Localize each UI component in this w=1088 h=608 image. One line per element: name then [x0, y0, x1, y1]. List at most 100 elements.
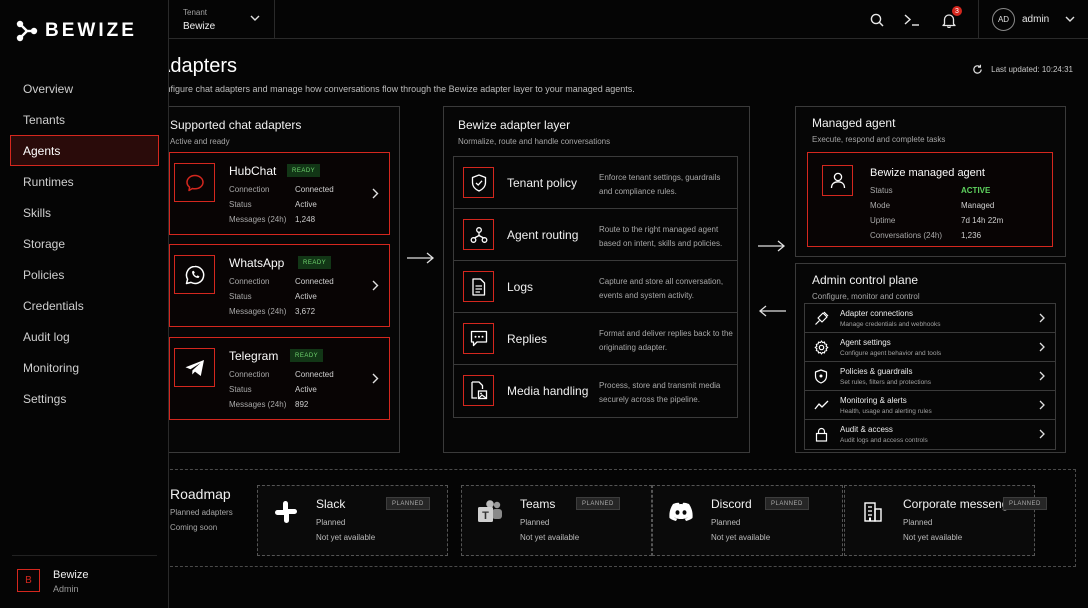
layer-description: Capture and store all conversation, even…: [599, 277, 724, 300]
layer-description: Enforce tenant settings, guardrails and …: [599, 173, 721, 196]
page-title: Adapters: [157, 55, 238, 77]
layer-item-agent-routing[interactable]: Agent routing Route to the right managed…: [454, 209, 737, 261]
connection-value: Connected: [295, 277, 334, 286]
sidebar-item-storage[interactable]: Storage: [10, 228, 159, 259]
plug-icon: [813, 310, 829, 326]
planned-adapter-discord[interactable]: Discord PLANNED Planned Not yet availabl…: [652, 485, 843, 556]
sidebar-item-agents[interactable]: Agents: [10, 135, 159, 166]
planned-adapter-corporate-messenger[interactable]: Corporate messenger PLANNED Planned Not …: [844, 485, 1047, 556]
sidebar-item-credentials[interactable]: Credentials: [10, 290, 159, 321]
control-item-audit-access[interactable]: Audit & access Audit logs and access con…: [805, 420, 1055, 449]
uptime-label: Uptime: [870, 216, 896, 225]
roadmap-subtitle: Planned adapters: [170, 508, 233, 517]
control-description: Manage credentials and webhooks: [840, 321, 941, 328]
notifications-button[interactable]: 3: [940, 6, 962, 29]
control-item-monitoring-alerts[interactable]: Monitoring & alerts Health, usage and al…: [805, 391, 1055, 420]
shield-check-icon: [471, 173, 486, 192]
connection-label: Connection: [229, 185, 270, 194]
adapter-card-hubchat[interactable]: HubChat READY Connection Connected Statu…: [169, 152, 390, 235]
adapter-name: Telegram: [229, 349, 279, 363]
adapter-name: HubChat: [229, 164, 277, 178]
layer-item-logs[interactable]: Logs Capture and store all conversation,…: [454, 261, 737, 313]
chevron-right-icon: [1039, 342, 1045, 352]
chevron-right-icon: [1039, 371, 1045, 381]
panel-title: Supported chat adapters: [170, 118, 302, 132]
search-button[interactable]: [868, 11, 886, 29]
layer-icon-box: [463, 167, 494, 198]
user-name: Bewize: [53, 569, 89, 581]
tenant-select[interactable]: Tenant Bewize: [169, 0, 275, 39]
messages-label: Messages (24h): [229, 400, 287, 409]
chevron-down-icon: [1065, 16, 1075, 22]
messages-value: 892: [295, 400, 309, 409]
control-title: Adapter connections: [840, 309, 913, 318]
slack-icon: [271, 497, 301, 527]
layer-name: Logs: [507, 280, 534, 294]
notification-count-badge: 3: [952, 6, 962, 16]
layer-item-tenant-policy[interactable]: Tenant policy Enforce tenant settings, g…: [454, 157, 737, 209]
adapter-icon-box: [174, 255, 215, 294]
sidebar: BEWIZE Overview Tenants Agents Runtimes …: [0, 0, 169, 608]
planned-adapter-slack[interactable]: Slack PLANNED Planned Not yet available: [257, 485, 448, 556]
status-badge: READY: [298, 256, 332, 269]
sidebar-item-overview[interactable]: Overview: [10, 73, 159, 104]
layer-name: Agent routing: [507, 228, 579, 242]
adapter-card-telegram[interactable]: Telegram READY Connection Connected Stat…: [169, 337, 390, 420]
control-item-policies-guardrails[interactable]: Policies & guardrails Set rules, filters…: [805, 362, 1055, 391]
panel-subtitle: Active and ready: [170, 137, 230, 146]
adapter-card-whatsapp[interactable]: WhatsApp READY Connection Connected Stat…: [169, 244, 390, 327]
roadmap-note: Coming soon: [170, 523, 218, 532]
status-value: Active: [295, 292, 317, 301]
supported-adapters-panel: Supported chat adapters Active and ready…: [155, 106, 400, 453]
control-title: Monitoring & alerts: [840, 396, 907, 405]
adapter-name: Corporate messenger: [903, 497, 1020, 511]
sidebar-user[interactable]: B Bewize Admin: [12, 555, 157, 594]
conversations-label: Conversations (24h): [870, 231, 943, 240]
adapter-status: Planned: [316, 518, 346, 527]
managed-agent-card[interactable]: Bewize managed agent Status ACTIVE Mode …: [807, 152, 1053, 247]
chevron-right-icon: [1039, 313, 1045, 323]
control-item-agent-settings[interactable]: Agent settings Configure agent behavior …: [805, 333, 1055, 362]
control-item-adapter-connections[interactable]: Adapter connections Manage credentials a…: [805, 304, 1055, 333]
terminal-button[interactable]: [903, 11, 921, 29]
sidebar-item-skills[interactable]: Skills: [10, 197, 159, 228]
activity-icon: [813, 397, 829, 413]
panel-title: Bewize adapter layer: [458, 118, 571, 132]
brand-logo[interactable]: BEWIZE: [16, 19, 137, 43]
status-label: Status: [870, 186, 893, 195]
messages-value: 1,248: [295, 215, 316, 224]
panel-title: Managed agent: [812, 116, 896, 130]
sidebar-item-monitoring[interactable]: Monitoring: [10, 352, 159, 383]
page-subtitle: Configure chat adapters and manage how c…: [154, 84, 635, 94]
sidebar-item-settings[interactable]: Settings: [10, 383, 159, 414]
layer-item-replies[interactable]: Replies Format and deliver replies back …: [454, 313, 737, 365]
panel-subtitle: Execute, respond and complete tasks: [812, 135, 946, 144]
panel-subtitle: Configure, monitor and control: [812, 292, 920, 301]
layer-list: Tenant policy Enforce tenant settings, g…: [453, 156, 738, 418]
whatsapp-icon: [185, 265, 204, 284]
sidebar-nav: Overview Tenants Agents Runtimes Skills …: [10, 73, 159, 414]
refresh-button[interactable]: Last updated: 10:24:31: [972, 64, 1073, 75]
layer-item-media-handling[interactable]: Media handling Process, store and transm…: [454, 365, 737, 417]
sidebar-item-audit-log[interactable]: Audit log: [10, 321, 159, 352]
layer-icon-box: [463, 375, 494, 406]
control-list: Adapter connections Manage credentials a…: [804, 303, 1056, 450]
sidebar-item-policies[interactable]: Policies: [10, 259, 159, 290]
messages-label: Messages (24h): [229, 215, 287, 224]
availability-note: Not yet available: [316, 533, 376, 542]
panel-title: Admin control plane: [812, 273, 919, 287]
gear-icon: [813, 339, 829, 355]
adapter-status: Planned: [711, 518, 741, 527]
shield-icon: [813, 368, 829, 384]
chevron-right-icon: [372, 373, 379, 384]
planned-adapter-teams[interactable]: T Teams PLANNED Planned Not yet availabl…: [461, 485, 652, 556]
chat-bubble-icon: [185, 174, 204, 191]
sidebar-item-tenants[interactable]: Tenants: [10, 104, 159, 135]
control-title: Policies & guardrails: [840, 367, 913, 376]
adapter-name: Teams: [520, 497, 556, 511]
admin-menu[interactable]: AD admin: [992, 8, 1075, 31]
status-badge: READY: [290, 349, 324, 362]
teams-icon: T: [475, 497, 505, 527]
sidebar-item-runtimes[interactable]: Runtimes: [10, 166, 159, 197]
layer-name: Replies: [507, 332, 548, 346]
